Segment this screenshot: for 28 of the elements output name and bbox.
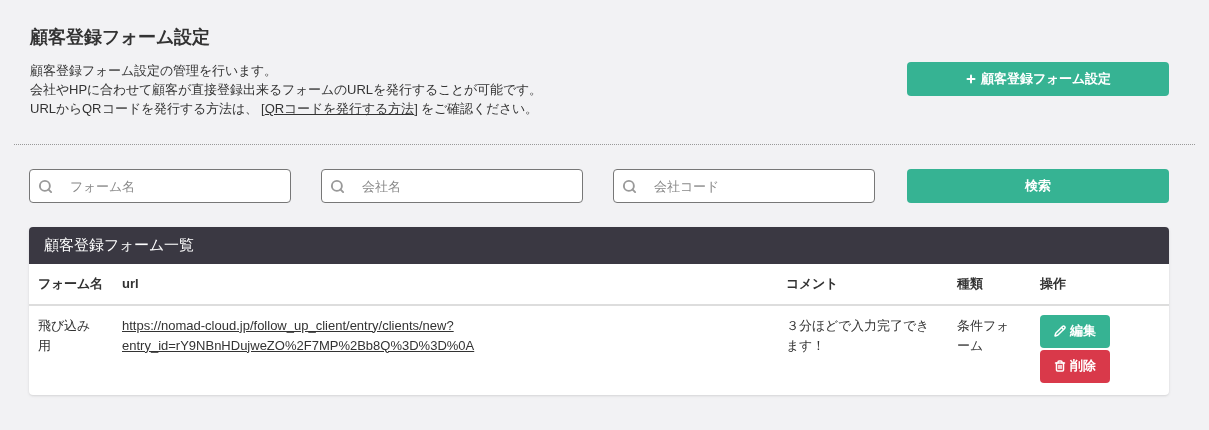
search-icon [330, 179, 345, 194]
description-text: 会社やHPに合わせて顧客が直接登録出来るフォームのURLを発行することが可能です。 [30, 81, 543, 99]
page-title: 顧客登録フォーム設定 [30, 26, 210, 49]
description-text: 顧客登録フォーム設定の管理を行います。 [30, 62, 277, 80]
edit-button[interactable]: 編集 [1040, 314, 1110, 348]
column-header: コメント [786, 276, 838, 291]
description-text: ] をご確認ください。 [414, 100, 539, 118]
search-icon [38, 179, 53, 194]
add-form-button[interactable]: 顧客登録フォーム設定 [907, 62, 1169, 96]
search-icon [622, 179, 637, 194]
column-header: url [122, 276, 139, 291]
search-button[interactable]: 検索 [907, 169, 1169, 203]
table-title: 顧客登録フォーム一覧 [44, 235, 194, 256]
search-field[interactable]: 会社名 [321, 169, 583, 203]
delete-button[interactable]: 削除 [1040, 349, 1110, 383]
pencil-icon [1054, 325, 1066, 337]
search-field[interactable]: 会社コード [613, 169, 875, 203]
search-field[interactable]: フォーム名 [29, 169, 291, 203]
trash-icon [1054, 360, 1066, 372]
form-url-link[interactable]: https://nomad-cloud.jp/follow_up_client/entry/clients/new?entry_id=rY9NBnHDujweZO%2F7MP%2Bb8Q%3D%3D%0A [122, 315, 522, 356]
table-cell-text: 飛び込み用 [38, 316, 91, 355]
plus-icon [965, 73, 977, 85]
column-header: 操作 [1040, 276, 1066, 291]
description-text: URLからQRコードを発行する方法は、 [ [30, 100, 265, 118]
column-header: 種類 [957, 276, 983, 291]
column-header: フォーム名 [38, 276, 103, 291]
table-cell-text: 条件フォーム [957, 316, 1010, 355]
table-cell-text: ３分ほどで入力完了できます！ [786, 316, 930, 355]
